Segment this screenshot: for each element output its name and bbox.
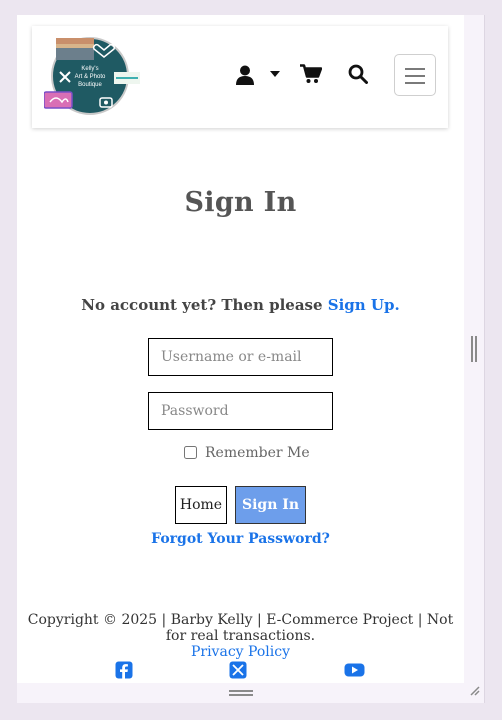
site-logo[interactable]: Kelly's Art & Photo Boutique	[44, 36, 144, 120]
privacy-policy-link[interactable]: Privacy Policy	[17, 644, 464, 660]
no-account-prompt: No account yet? Then please Sign Up.	[17, 296, 464, 314]
logo-text-line-2: Art & Photo	[75, 74, 106, 80]
copyright-text: Copyright © 2025 | Barby Kelly | E-Comme…	[27, 612, 454, 644]
site-header: Kelly's Art & Photo Boutique	[32, 26, 448, 128]
logo-text-line-3: Boutique	[78, 82, 102, 88]
home-button[interactable]: Home	[175, 486, 227, 524]
signin-button[interactable]: Sign In	[235, 486, 306, 524]
browser-frame: Kelly's Art & Photo Boutique Sign In No …	[17, 15, 485, 703]
hamburger-bar	[405, 82, 425, 84]
remember-me-row[interactable]: Remember Me	[184, 445, 310, 461]
logo-text-line-1: Kelly's	[81, 66, 98, 72]
page-viewport: Kelly's Art & Photo Boutique Sign In No …	[17, 15, 464, 683]
remember-me-label: Remember Me	[205, 445, 310, 461]
page-title: Sign In	[184, 187, 297, 218]
password-input[interactable]	[148, 392, 333, 430]
bottom-resize-bar[interactable]	[17, 683, 484, 703]
username-input[interactable]	[148, 338, 333, 376]
signup-link[interactable]: Sign Up.	[328, 296, 400, 314]
hamburger-bar	[405, 75, 425, 77]
search-icon[interactable]	[348, 64, 368, 84]
resize-corner-icon[interactable]	[467, 683, 481, 697]
caret-down-icon[interactable]	[270, 71, 280, 77]
shopping-cart-icon[interactable]	[300, 64, 322, 84]
remember-me-checkbox[interactable]	[184, 446, 197, 459]
x-twitter-icon[interactable]	[229, 661, 247, 679]
scrollbar-grip[interactable]	[471, 336, 477, 362]
facebook-icon[interactable]	[115, 661, 133, 679]
user-icon[interactable]	[235, 65, 255, 85]
hamburger-menu-icon[interactable]	[394, 54, 436, 96]
hamburger-bar	[405, 68, 425, 70]
forgot-password-link[interactable]: Forgot Your Password?	[17, 531, 464, 547]
youtube-icon[interactable]	[344, 661, 365, 679]
bottom-grip-icon[interactable]	[229, 690, 253, 696]
no-account-text: No account yet? Then please	[81, 296, 323, 314]
